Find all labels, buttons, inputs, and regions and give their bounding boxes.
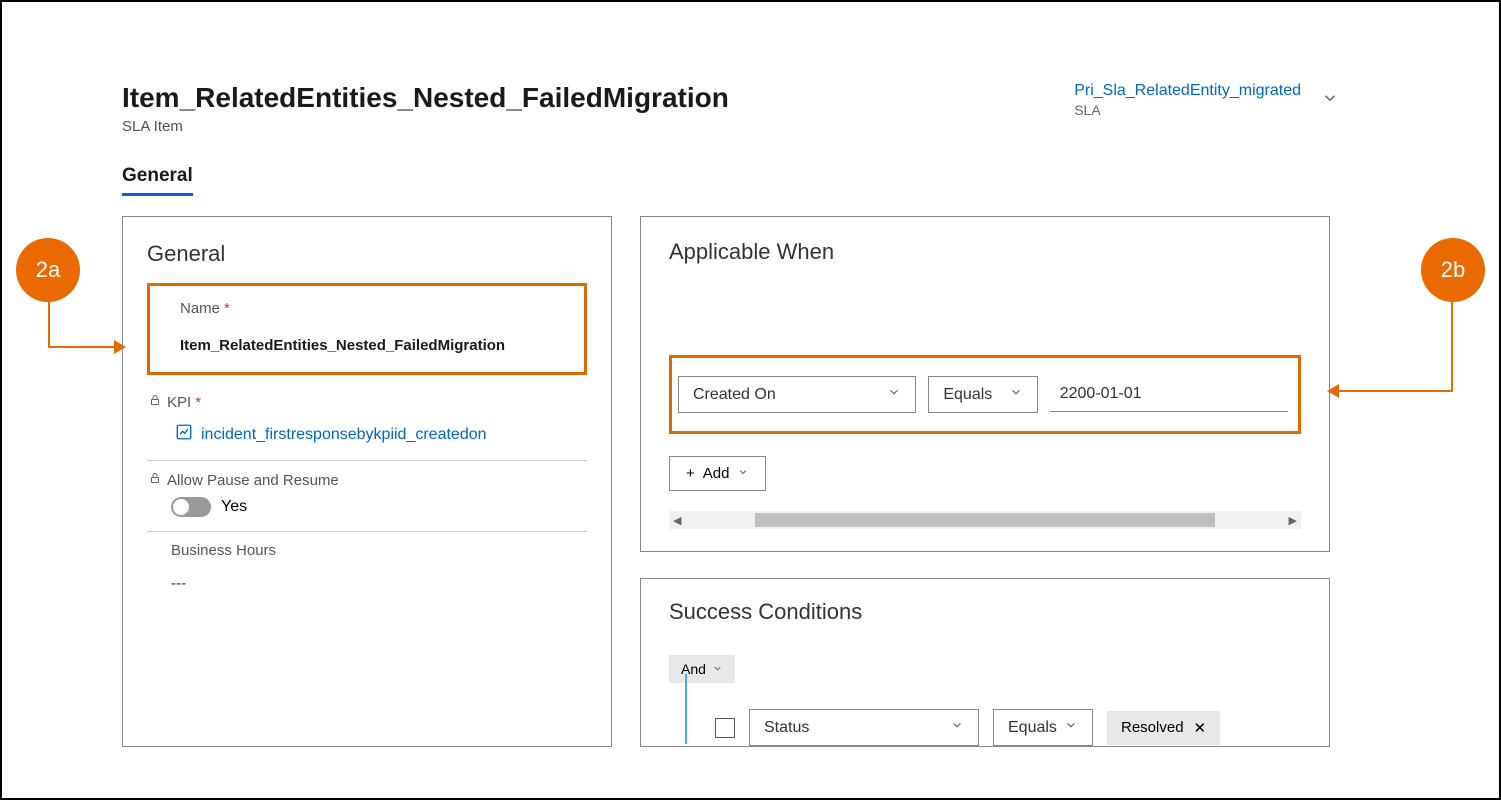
business-hours-value[interactable]: --- xyxy=(171,575,587,592)
name-field-value[interactable]: Item_RelatedEntities_Nested_FailedMigrat… xyxy=(180,337,566,354)
success-field-dropdown[interactable]: Status xyxy=(749,709,979,746)
tab-general[interactable]: General xyxy=(122,165,193,196)
scroll-left-arrow-icon[interactable]: ◀ xyxy=(673,514,681,527)
group-operator-dropdown[interactable]: And xyxy=(669,655,735,683)
applicable-when-panel: Applicable When Created On Equals xyxy=(640,216,1330,552)
allow-pause-label: Allow Pause and Resume xyxy=(149,471,587,489)
callout-arrowhead-2a xyxy=(114,340,126,354)
callout-badge-2a: 2a xyxy=(16,238,80,302)
kpi-field-label: KPI* xyxy=(149,393,587,411)
chevron-down-icon xyxy=(950,718,964,737)
applicable-condition-highlight: Created On Equals xyxy=(669,355,1301,434)
general-panel: General Name* Item_RelatedEntities_Neste… xyxy=(122,216,612,747)
applicable-when-title: Applicable When xyxy=(669,239,1301,265)
related-sla-link[interactable]: Pri_Sla_RelatedEntity_migrated xyxy=(1074,82,1301,100)
page-title: Item_RelatedEntities_Nested_FailedMigrat… xyxy=(122,82,729,114)
scrollbar-thumb[interactable] xyxy=(755,513,1215,527)
kpi-value: incident_firstresponsebykpiid_createdon xyxy=(201,426,487,444)
callout-arrow-2a-v xyxy=(48,302,50,348)
success-conditions-panel: Success Conditions And Status Equals xyxy=(640,578,1330,747)
chevron-down-icon[interactable] xyxy=(1321,89,1339,112)
success-operator-dropdown[interactable]: Equals xyxy=(993,709,1093,746)
success-value-pill[interactable]: Resolved ✕ xyxy=(1107,711,1220,745)
chevron-down-icon xyxy=(712,661,723,677)
success-conditions-title: Success Conditions xyxy=(669,599,1301,625)
kpi-link[interactable]: incident_firstresponsebykpiid_createdon xyxy=(175,423,587,446)
callout-badge-2b: 2b xyxy=(1421,238,1485,302)
horizontal-scrollbar[interactable]: ◀ ▶ xyxy=(669,511,1301,529)
lock-icon xyxy=(149,393,163,411)
add-condition-button[interactable]: + Add xyxy=(669,456,766,491)
chevron-down-icon xyxy=(737,465,749,482)
related-sla-sublabel: SLA xyxy=(1074,102,1301,118)
plus-icon: + xyxy=(686,465,695,482)
condition-field-dropdown[interactable]: Created On xyxy=(678,376,916,413)
general-panel-title: General xyxy=(147,241,587,267)
business-hours-label: Business Hours xyxy=(171,542,587,559)
scroll-right-arrow-icon[interactable]: ▶ xyxy=(1289,514,1297,527)
page-subtitle: SLA Item xyxy=(122,118,729,135)
callout-arrowhead-2b xyxy=(1327,384,1339,398)
allow-pause-toggle[interactable] xyxy=(171,497,211,517)
name-field-highlight: Name* Item_RelatedEntities_Nested_Failed… xyxy=(147,283,587,375)
close-icon[interactable]: ✕ xyxy=(1194,719,1207,737)
condition-value-input[interactable] xyxy=(1050,377,1288,412)
kpi-icon xyxy=(175,423,193,446)
chevron-down-icon xyxy=(1064,718,1078,737)
callout-arrow-2a-h xyxy=(48,346,122,348)
tree-connector xyxy=(685,674,687,744)
condition-checkbox[interactable] xyxy=(715,718,735,738)
name-field-label: Name* xyxy=(180,300,566,317)
lock-icon xyxy=(149,471,163,489)
allow-pause-value: Yes xyxy=(221,498,247,516)
chevron-down-icon xyxy=(1009,385,1023,404)
condition-operator-dropdown[interactable]: Equals xyxy=(928,376,1037,413)
callout-arrow-2b-h xyxy=(1331,390,1453,392)
callout-arrow-2b-v xyxy=(1451,302,1453,392)
chevron-down-icon xyxy=(887,385,901,404)
success-condition-row: Status Equals Resolved ✕ xyxy=(715,709,1301,746)
